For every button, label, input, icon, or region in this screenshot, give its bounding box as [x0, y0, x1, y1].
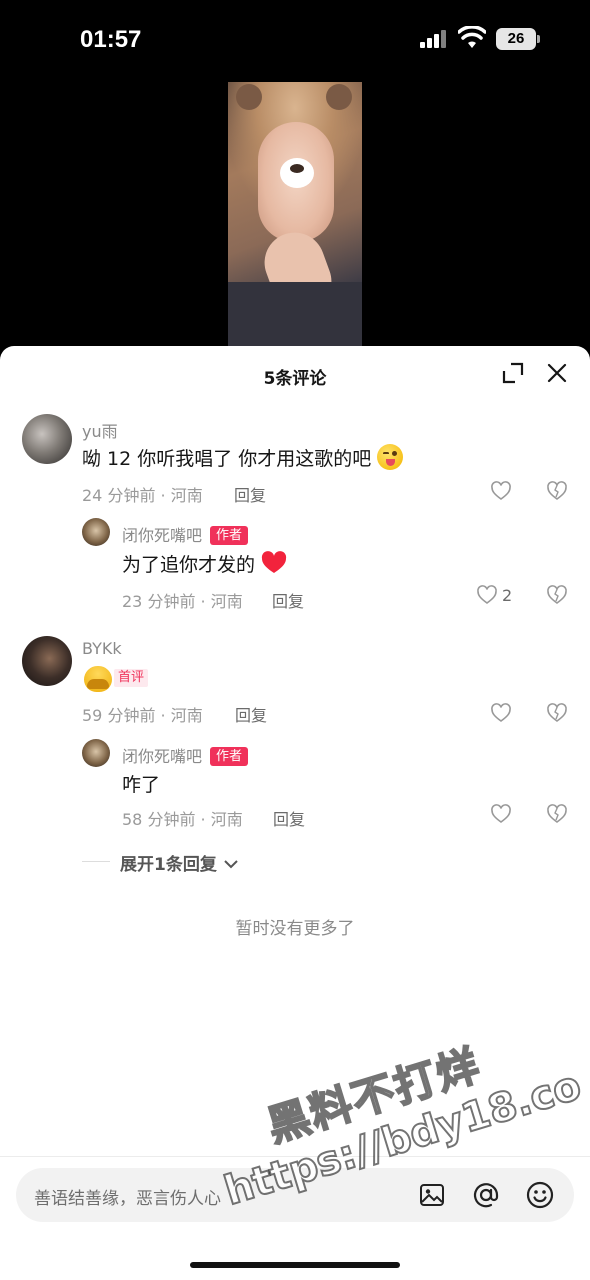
status-bar: 01:57 26 — [0, 0, 590, 80]
avatar[interactable] — [82, 739, 110, 767]
battery-indicator: 26 — [496, 28, 540, 50]
like-heart-icon[interactable] — [490, 803, 512, 825]
avatar[interactable] — [82, 518, 110, 546]
at-mention-icon[interactable] — [472, 1181, 500, 1209]
comment-input-placeholder: 善语结善缘，恶言伤人心 — [34, 1189, 221, 1209]
bear-nose-filter — [280, 158, 314, 188]
author-badge: 作者 — [210, 747, 249, 766]
reply-text: 咋了 — [122, 774, 161, 796]
reply-meta: 58 分钟前 · 河南 — [122, 810, 243, 829]
comment-meta: 24 分钟前 · 河南 — [82, 486, 203, 505]
comment-meta: 59 分钟前 · 河南 — [82, 706, 203, 725]
wifi-icon — [458, 26, 486, 48]
no-more-text: 暂时没有更多了 — [235, 919, 355, 939]
like-heart-icon[interactable] — [476, 584, 498, 606]
comment-author[interactable]: yu雨 — [82, 418, 118, 442]
dislike-broken-heart-icon[interactable] — [546, 584, 568, 606]
comment-text: 呦 12 你听我唱了 你才用这歌的吧 — [82, 444, 404, 471]
first-comment-badge: 首评 — [114, 669, 149, 687]
divider — [0, 1156, 590, 1157]
reply-button[interactable]: 回复 — [234, 482, 266, 506]
red-heart-emoji-icon — [261, 551, 287, 573]
video-preview[interactable] — [228, 82, 362, 348]
bear-ear-right — [326, 84, 352, 110]
comment-author[interactable]: BYKk — [82, 639, 122, 658]
reply-author[interactable]: 闭你死嘴吧 作者 — [122, 743, 249, 767]
image-icon[interactable] — [419, 1182, 445, 1208]
like-count: 2 — [502, 586, 513, 605]
reply-button[interactable]: 回复 — [272, 588, 304, 612]
close-icon[interactable] — [546, 362, 568, 384]
wink-tongue-emoji-icon — [377, 444, 404, 470]
comments-sheet: 5条评论 yu雨 呦 12 你听我唱了 你才用这歌的吧 24 分钟前 · 河南 … — [0, 346, 590, 1280]
reply-text: 为了追你才发的 — [122, 550, 287, 577]
status-time: 01:57 — [80, 26, 142, 53]
avatar[interactable] — [22, 414, 72, 464]
like-heart-icon[interactable] — [490, 480, 512, 502]
reply-button[interactable]: 回复 — [235, 702, 267, 726]
comment-input[interactable]: 善语结善缘，恶言伤人心 — [16, 1168, 574, 1222]
expand-replies-button[interactable]: 展开1条回复 — [120, 850, 239, 875]
reply-meta: 23 分钟前 · 河南 — [122, 592, 243, 611]
dislike-broken-heart-icon[interactable] — [546, 803, 568, 825]
like-heart-icon[interactable] — [490, 702, 512, 724]
emoji-smile-icon[interactable] — [526, 1181, 554, 1209]
chevron-down-icon — [224, 860, 238, 869]
home-indicator — [190, 1262, 400, 1268]
divider — [82, 861, 110, 862]
sad-face-emoji-icon — [84, 666, 112, 692]
author-badge: 作者 — [210, 526, 249, 545]
reply-author[interactable]: 闭你死嘴吧 作者 — [122, 522, 249, 546]
avatar[interactable] — [22, 636, 72, 686]
dislike-broken-heart-icon[interactable] — [546, 702, 568, 724]
bear-ear-left — [236, 84, 262, 110]
reply-button[interactable]: 回复 — [273, 806, 305, 830]
dislike-broken-heart-icon[interactable] — [546, 480, 568, 502]
expand-icon[interactable] — [502, 362, 524, 384]
cellular-signal-icon — [420, 30, 448, 48]
